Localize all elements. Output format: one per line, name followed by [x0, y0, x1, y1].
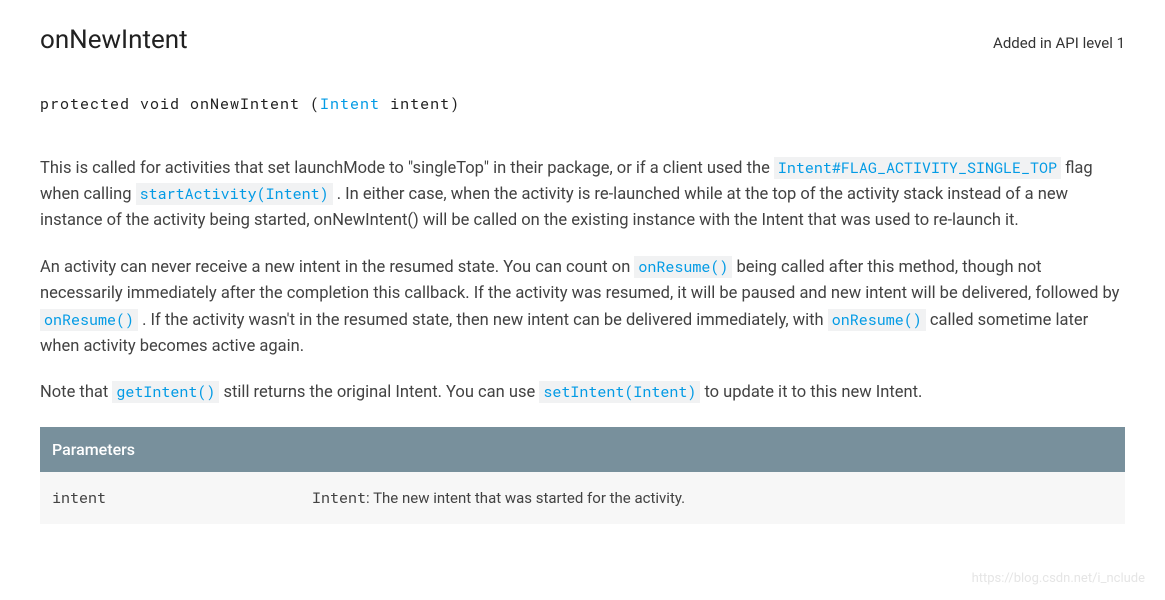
text: to update it to this new Intent.	[704, 383, 922, 402]
signature-param-type-link[interactable]: Intent	[320, 94, 380, 114]
watermark: https://blog.csdn.net/i_nclude	[972, 569, 1145, 590]
paragraph-1: This is called for activities that set l…	[40, 156, 1125, 235]
start-activity-link[interactable]: startActivity(Intent)	[136, 183, 333, 205]
text: . If the activity wasn't in the resumed …	[142, 311, 828, 330]
text: This is called for activities that set l…	[40, 159, 774, 178]
method-title: onNewIntent	[40, 20, 188, 62]
method-signature: protected void onNewIntent (Intent inten…	[40, 92, 1125, 116]
param-desc-cell: Intent: The new intent that was started …	[300, 472, 1125, 524]
paragraph-2: An activity can never receive a new inte…	[40, 255, 1125, 361]
set-intent-link[interactable]: setIntent(Intent)	[539, 381, 700, 403]
paragraph-3: Note that getIntent() still returns the …	[40, 380, 1125, 406]
flag-activity-single-top-link[interactable]: Intent#FLAG_ACTIVITY_SINGLE_TOP	[774, 157, 1061, 179]
get-intent-link[interactable]: getIntent()	[112, 381, 219, 403]
api-level-label: Added in API level 1	[993, 31, 1125, 55]
signature-prefix: protected void onNewIntent (	[40, 94, 320, 114]
param-desc: : The new intent that was started for th…	[366, 489, 685, 507]
method-header: onNewIntent Added in API level 1	[40, 20, 1125, 62]
on-resume-link[interactable]: onResume()	[634, 256, 732, 278]
parameters-header: Parameters	[40, 427, 1125, 473]
table-row: intent Intent: The new intent that was s…	[40, 472, 1125, 524]
text: An activity can never receive a new inte…	[40, 258, 634, 277]
on-resume-link[interactable]: onResume()	[828, 309, 926, 331]
param-name-cell: intent	[40, 472, 300, 524]
parameters-table: Parameters intent Intent: The new intent…	[40, 427, 1125, 525]
signature-param-name: intent)	[380, 94, 460, 114]
text: Note that	[40, 383, 112, 402]
on-resume-link[interactable]: onResume()	[40, 309, 138, 331]
param-type: Intent	[312, 488, 366, 508]
text: still returns the original Intent. You c…	[224, 383, 540, 402]
